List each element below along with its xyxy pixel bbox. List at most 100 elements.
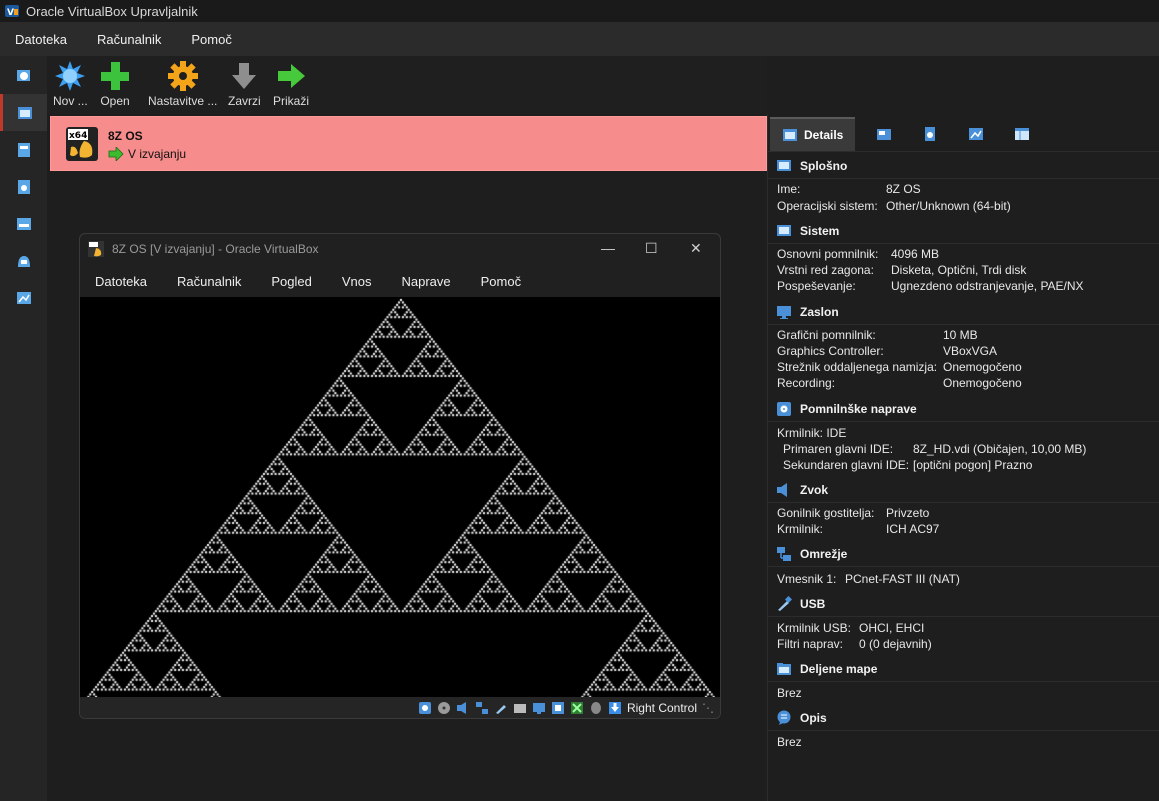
usb-status-icon[interactable] — [494, 701, 508, 715]
section-divider — [768, 421, 1159, 422]
vt-status-icon[interactable] — [570, 701, 584, 715]
vm-display[interactable] — [80, 297, 720, 697]
vm-name: 8Z OS — [108, 129, 143, 143]
vm-menu-view[interactable]: Pogled — [256, 274, 326, 289]
details-panel: Details Splošno Ime: 8Z OS Operacijski si… — [767, 114, 1159, 801]
detail-row: Osnovni pomnilnik: 4096 MB — [777, 247, 940, 261]
svg-text:V: V — [7, 8, 14, 18]
section-usb-header[interactable]: USB — [776, 596, 825, 612]
details-tab-icon — [783, 129, 797, 141]
vm-state: V izvajanju — [108, 147, 186, 161]
detail-row: Pospeševanje: Ugnezdeno odstranjevanje, P… — [777, 279, 1084, 293]
system-icon — [777, 225, 791, 236]
detail-row: Brez — [777, 735, 802, 749]
svg-text:x64: x64 — [69, 131, 87, 141]
detail-row: Vmesnik 1: PCnet-FAST III (NAT) — [777, 572, 960, 586]
tab-logs[interactable] — [918, 117, 942, 151]
section-divider — [768, 730, 1159, 731]
vm-menu-machine[interactable]: Računalnik — [162, 274, 256, 289]
close-button[interactable]: ✕ — [690, 240, 702, 257]
snapshots-tab-icon — [877, 129, 891, 140]
vm-menu-help[interactable]: Pomoč — [466, 274, 536, 289]
activity-tab-icon — [969, 128, 983, 140]
tool-cloud[interactable] — [0, 205, 47, 242]
discard-button[interactable]: Zavrzi — [228, 60, 261, 108]
optical-drive-icon[interactable] — [437, 701, 451, 715]
vm-menu-file[interactable]: Datoteka — [80, 274, 162, 289]
settings-button[interactable]: Nastavitve ... — [148, 60, 217, 108]
tab-details[interactable]: Details — [770, 117, 856, 151]
tool-media[interactable] — [0, 131, 47, 168]
tool-machines[interactable] — [0, 94, 47, 131]
mouse-integration-icon[interactable] — [589, 701, 603, 715]
machines-icon — [18, 106, 32, 119]
virtualbox-logo-icon: V — [5, 5, 19, 18]
detail-row: Ime: 8Z OS — [777, 182, 921, 196]
welcome-icon — [16, 69, 30, 81]
tools-sidebar — [0, 56, 47, 801]
file-manager-tab-icon — [1015, 128, 1029, 140]
new-button[interactable]: Nov ... — [53, 60, 88, 108]
activities-icon — [17, 255, 30, 267]
vm-list-item[interactable]: x64 8Z OS V izvajanju — [50, 116, 767, 171]
detail-row: Brez — [777, 686, 802, 700]
section-divider — [768, 681, 1159, 682]
show-button[interactable]: Prikaži — [273, 60, 309, 108]
tab-file-manager[interactable] — [1010, 117, 1034, 151]
details-tab-bar: Details — [768, 114, 1159, 152]
section-storage-header[interactable]: Pomnilnške naprave — [776, 401, 917, 417]
section-general-header[interactable]: Splošno — [776, 158, 847, 174]
general-icon — [777, 160, 791, 171]
section-system-header[interactable]: Sistem — [776, 223, 839, 239]
detail-row: Recording: Onemogočeno — [777, 376, 1022, 390]
tool-activities[interactable] — [0, 242, 47, 279]
section-divider — [768, 566, 1159, 567]
maximize-button[interactable]: ☐ — [645, 240, 658, 257]
section-divider — [768, 324, 1159, 325]
tool-network[interactable] — [0, 168, 47, 205]
menu-file[interactable]: Datoteka — [0, 32, 82, 47]
vm-window-titlebar[interactable]: 8Z OS [V izvajanju] - Oracle VirtualBox — [80, 234, 720, 264]
network-manager-icon — [17, 179, 30, 194]
network-icon — [777, 547, 791, 561]
audio-status-icon[interactable] — [456, 701, 470, 715]
section-shared-folders-header[interactable]: Deljene mape — [776, 661, 877, 677]
vm-menu-input[interactable]: Vnos — [327, 274, 387, 289]
description-icon — [777, 710, 791, 725]
vm-window[interactable]: 8Z OS [V izvajanju] - Oracle VirtualBox … — [79, 233, 721, 719]
recording-status-icon[interactable] — [551, 701, 565, 715]
main-toolbar: Nov ... Open Nastavitve ... Zavrzi Prika… — [47, 56, 767, 114]
display-icon — [777, 306, 791, 319]
section-divider — [768, 502, 1159, 503]
menu-machine[interactable]: Računalnik — [82, 32, 176, 47]
section-description-header[interactable]: Opis — [776, 710, 827, 726]
vm-menu-devices[interactable]: Naprave — [387, 274, 466, 289]
detail-row: Operacijski sistem: Other/Unknown (64-bit… — [777, 199, 1011, 213]
keyboard-capture-icon[interactable] — [608, 701, 622, 715]
tool-monitor[interactable] — [0, 279, 47, 316]
menu-help[interactable]: Pomoč — [176, 32, 246, 47]
tab-snapshots[interactable] — [872, 117, 896, 151]
hdd-status-icon[interactable] — [418, 701, 432, 715]
section-display-header[interactable]: Zaslon — [776, 304, 839, 320]
shared-folder-status-icon[interactable] — [513, 701, 527, 715]
detail-row: Graphics Controller: VBoxVGA — [777, 344, 998, 358]
section-network-header[interactable]: Omrežje — [776, 546, 847, 562]
network-status-icon[interactable] — [475, 701, 489, 715]
storage-icon — [777, 402, 791, 416]
detail-row: Krmilnik USB: OHCI, EHCI — [777, 621, 925, 635]
open-button[interactable]: Open — [99, 60, 131, 108]
menu-bar: Datoteka Računalnik Pomoč — [0, 22, 1159, 56]
audio-icon — [777, 483, 787, 497]
vm-window-icon — [88, 241, 104, 257]
media-icon — [17, 142, 30, 157]
display-status-icon[interactable] — [532, 701, 546, 715]
detail-row: Strežnik oddaljenega namizja: Onemogočeno — [777, 360, 1022, 374]
usb-icon — [778, 596, 792, 611]
cloud-icon — [16, 217, 31, 230]
tool-welcome[interactable] — [0, 57, 47, 94]
tab-activity[interactable] — [964, 117, 988, 151]
minimize-button[interactable]: — — [601, 240, 615, 256]
section-audio-header[interactable]: Zvok — [776, 482, 828, 498]
resize-grip-icon[interactable]: ⋱ — [702, 701, 714, 715]
